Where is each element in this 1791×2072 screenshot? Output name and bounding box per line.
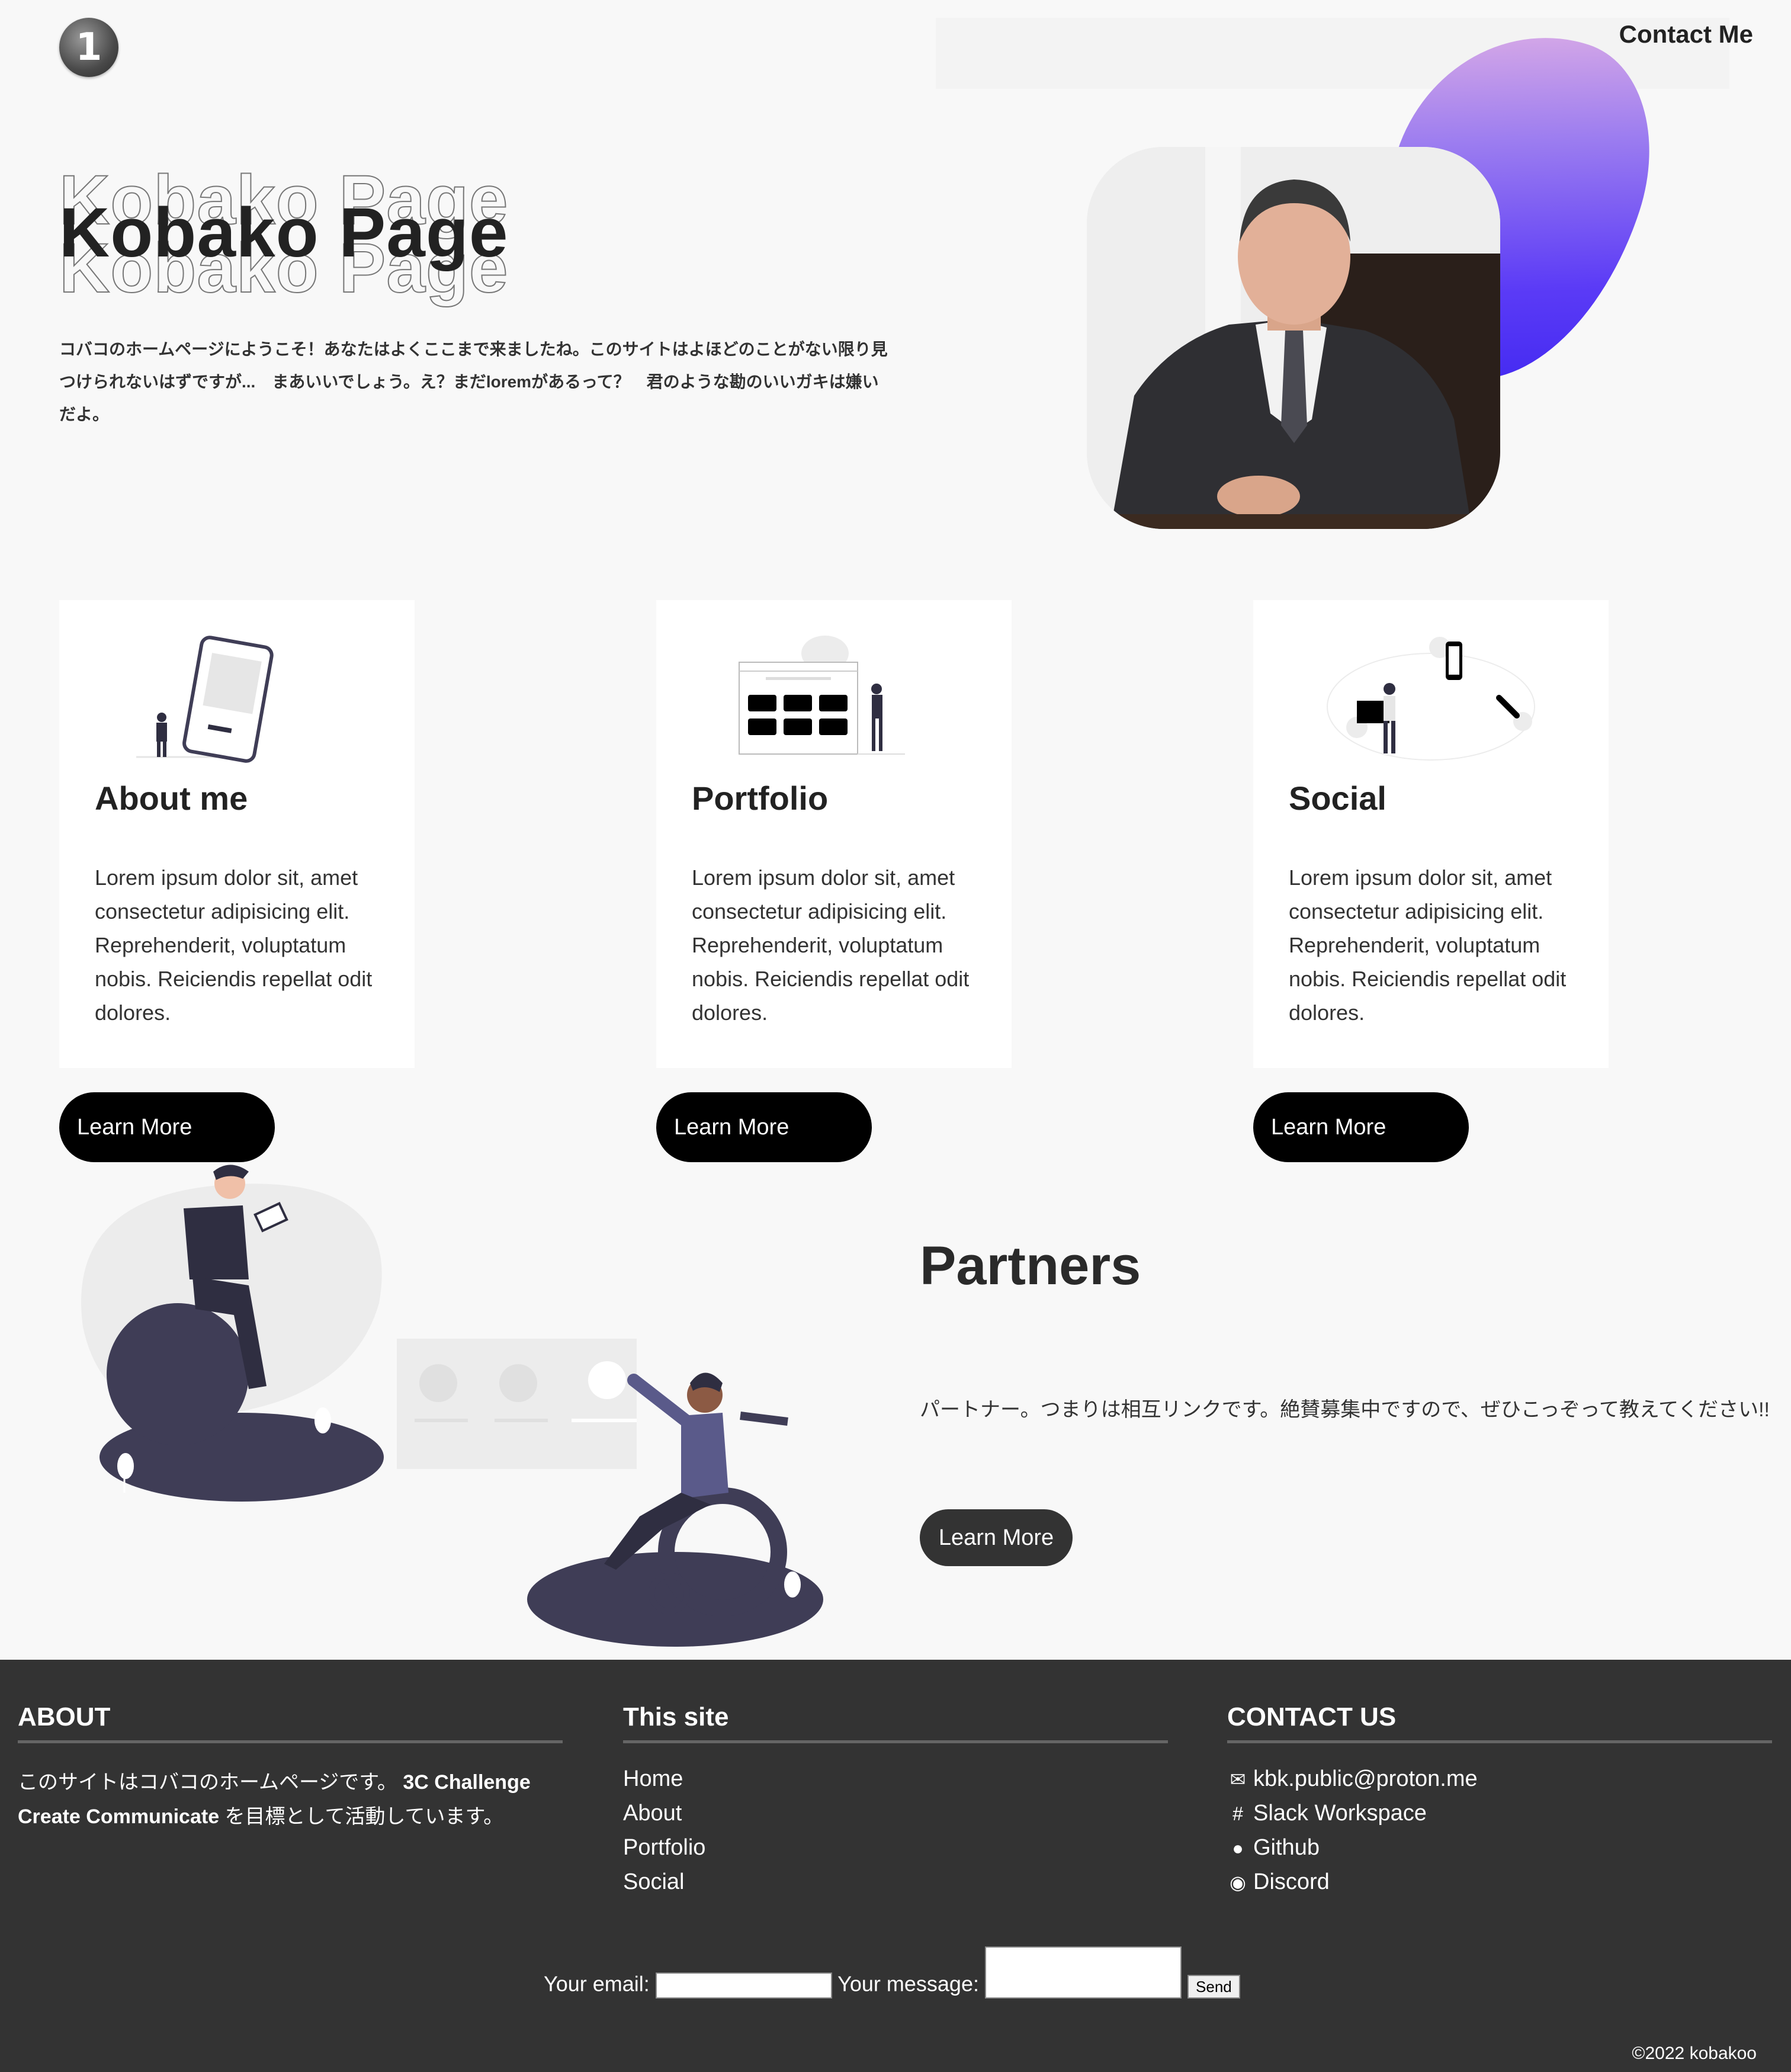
email-field[interactable] xyxy=(655,1972,832,1999)
contact-discord-label: Discord xyxy=(1253,1869,1330,1894)
partners-title: Partners xyxy=(920,1236,1141,1296)
divider xyxy=(623,1740,1168,1743)
social-illustration-icon xyxy=(1327,637,1535,761)
contact-github-label: Github xyxy=(1253,1835,1320,1860)
card-social: Social Lorem ipsum dolor sit, amet conse… xyxy=(1253,600,1609,1068)
message-field[interactable] xyxy=(985,1946,1182,1999)
footer-contact-heading: CONTACT US xyxy=(1227,1702,1397,1731)
footer-about-heading: ABOUT xyxy=(18,1702,111,1731)
card-portfolio: Portfolio Lorem ipsum dolor sit, amet co… xyxy=(656,600,1012,1068)
logo-glyph: 1 xyxy=(75,25,102,69)
card-title: Portfolio xyxy=(692,780,829,817)
copyright-text: ©2022 kobakoo xyxy=(1632,2044,1757,2063)
partners-text: パートナー。つまりは相互リンクです。絶賛募集中ですので、ぜひこっぞって教えてくだ… xyxy=(920,1399,1770,1421)
card-text: Lorem ipsum dolor sit, amet consectetur … xyxy=(95,865,373,1025)
contact-discord-link[interactable]: ◉ Discord xyxy=(1227,1869,1330,1895)
footer-about-text: このサイトはコバコのホームページです。 3C Challenge Create C… xyxy=(18,1765,551,1834)
about-bold-create: Create Communicate xyxy=(18,1805,220,1828)
footer-site-heading: This site xyxy=(623,1702,729,1731)
site-logo[interactable]: 1 xyxy=(59,18,118,77)
contact-slack-link[interactable]: # Slack Workspace xyxy=(1227,1801,1427,1826)
about-text-prefix: このサイトはコバコのホームページです。 xyxy=(18,1771,397,1794)
divider xyxy=(18,1740,563,1743)
social-learn-more-button[interactable]: Learn More xyxy=(1253,1092,1469,1162)
divider xyxy=(1227,1740,1772,1743)
slack-icon: # xyxy=(1232,1803,1243,1824)
partners-learn-more-button[interactable]: Learn More xyxy=(920,1509,1073,1566)
card-text: Lorem ipsum dolor sit, amet consectetur … xyxy=(1289,865,1567,1025)
card-title: Social xyxy=(1289,780,1386,817)
footer-link-about[interactable]: About xyxy=(623,1801,682,1826)
github-icon: ● xyxy=(1232,1837,1244,1859)
contact-form: Your email: Your message: Send xyxy=(544,1946,1240,1999)
message-label: Your message: xyxy=(837,1971,979,1996)
contact-github-link[interactable]: ● Github xyxy=(1227,1835,1320,1861)
footer-link-portfolio[interactable]: Portfolio xyxy=(623,1835,705,1861)
contact-slack-label: Slack Workspace xyxy=(1253,1801,1427,1826)
contact-me-link[interactable]: Contact Me xyxy=(1575,20,1753,49)
card-text: Lorem ipsum dolor sit, amet consectetur … xyxy=(692,865,970,1025)
footer-link-social[interactable]: Social xyxy=(623,1869,685,1895)
about-bold-challenge: 3C Challenge xyxy=(403,1771,531,1794)
contact-email-link[interactable]: ✉ kbk.public@proton.me xyxy=(1227,1766,1478,1792)
envelope-icon: ✉ xyxy=(1230,1769,1246,1790)
card-about: About me Lorem ipsum dolor sit, amet con… xyxy=(59,600,415,1068)
phone-illustration-icon xyxy=(136,636,274,763)
email-label: Your email: xyxy=(544,1971,650,1996)
footer-link-home[interactable]: Home xyxy=(623,1766,683,1792)
profile-photo xyxy=(1087,147,1500,529)
intro-text: コバコのホームページにようこそ！あなたはよくここまで来ましたね。このサイトはよほ… xyxy=(59,340,888,424)
page-title: Kobako Page xyxy=(59,194,509,272)
send-button[interactable]: Send xyxy=(1187,1975,1240,1999)
footer: ABOUT このサイトはコバコのホームページです。 3C Challenge Cr… xyxy=(0,1660,1791,2072)
about-text-suffix: を目標として活動しています。 xyxy=(219,1805,504,1828)
card-title: About me xyxy=(95,780,248,817)
partners-illustration-icon xyxy=(81,1165,823,1647)
contact-email-label: kbk.public@proton.me xyxy=(1253,1766,1478,1791)
discord-icon: ◉ xyxy=(1230,1872,1246,1893)
about-learn-more-button[interactable]: Learn More xyxy=(59,1092,275,1162)
portfolio-learn-more-button[interactable]: Learn More xyxy=(656,1092,872,1162)
website-illustration-icon xyxy=(739,636,905,755)
